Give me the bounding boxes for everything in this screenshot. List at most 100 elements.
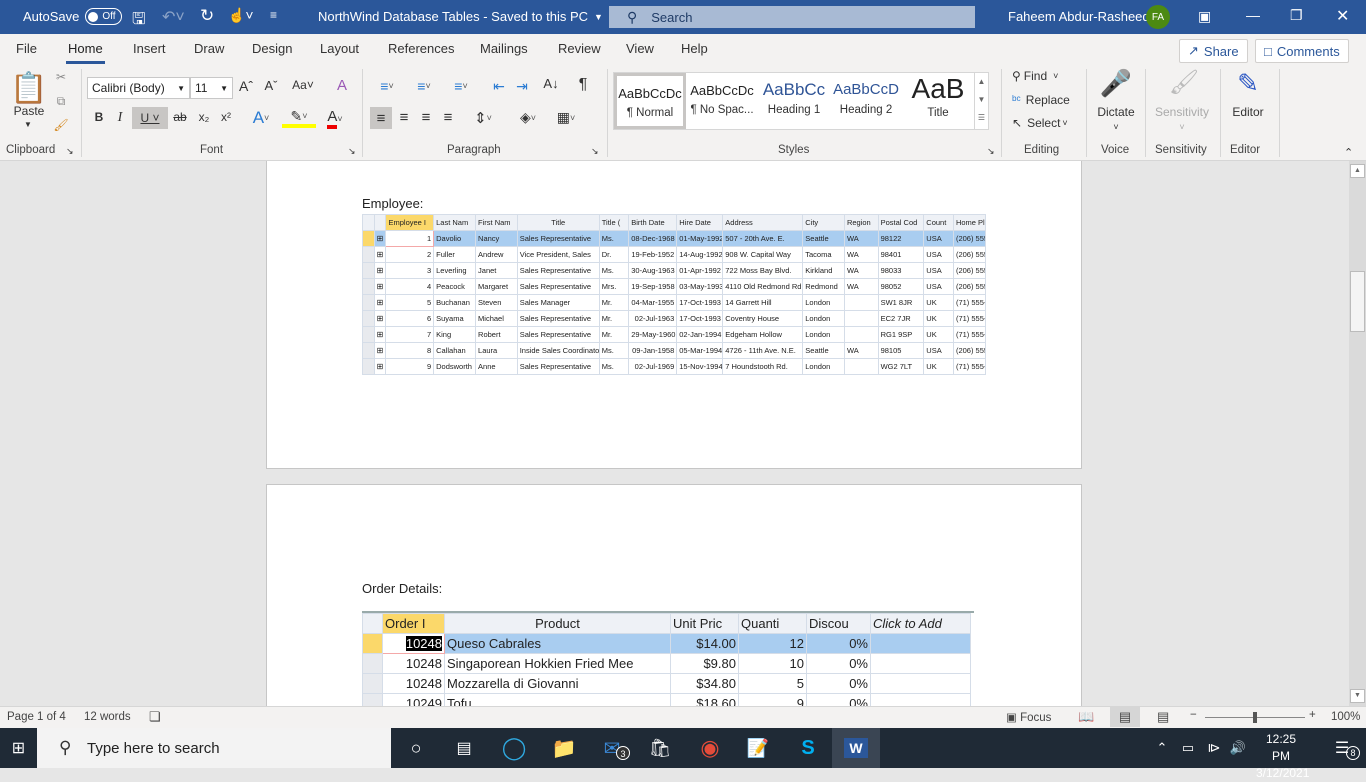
row-selector[interactable] [362, 262, 375, 279]
table-row[interactable]: ⊞ 5 Buchanan Steven Sales Manager Mr. 04-Mar-1… [362, 294, 986, 311]
style-heading-1[interactable]: AaBbCc Heading 1 [758, 73, 830, 129]
table-cell[interactable]: Ms. [598, 262, 630, 279]
italic-button[interactable]: I [113, 110, 127, 126]
table-cell[interactable]: 02-Jul-1963 [628, 310, 678, 327]
taskbar-search[interactable]: ⚲ Type here to search [37, 728, 391, 768]
table-cell[interactable]: Coventry House [722, 310, 804, 327]
table-cell[interactable]: Inside Sales Coordinato [516, 342, 600, 359]
column-header[interactable]: First Nam [475, 214, 518, 231]
expand-icon[interactable]: ⊞ [373, 294, 387, 311]
table-cell[interactable]: WG2 7LT [877, 358, 925, 375]
style-heading-2[interactable]: AaBbCcD Heading 2 [830, 73, 902, 129]
table-cell[interactable]: $34.80 [670, 673, 739, 694]
font-color-icon[interactable]: A ˅ [318, 108, 352, 129]
numbering-icon[interactable]: ≡ ˅ [409, 78, 439, 94]
restore-icon[interactable]: ❐ [1290, 7, 1303, 24]
table-cell[interactable]: 6 [385, 310, 435, 327]
table-cell[interactable] [870, 693, 971, 706]
table-cell[interactable]: Margaret [475, 278, 518, 295]
subscript-button[interactable]: x₂ [196, 110, 212, 124]
table-cell[interactable]: 0% [806, 633, 871, 654]
column-header[interactable]: Last Nam [433, 214, 477, 231]
table-cell[interactable] [870, 633, 971, 654]
column-header[interactable]: Count [923, 214, 954, 231]
autosave-toggle[interactable]: Off [85, 8, 122, 25]
shading-icon[interactable]: ◈ ˅ [513, 109, 543, 126]
row-selector[interactable] [362, 358, 375, 375]
table-row[interactable]: ⊞ 3 Leverling Janet Sales Representative Ms. 3… [362, 262, 986, 279]
battery-icon[interactable]: ▭ [1176, 728, 1200, 768]
table-cell[interactable]: Suyama [433, 310, 477, 327]
search-box[interactable]: ⚲ Search [609, 6, 975, 28]
editor-button[interactable]: Editor [1226, 105, 1270, 119]
align-center-icon[interactable]: ≡ [395, 109, 413, 126]
select-button[interactable]: ↖ Select ˅ [1012, 116, 1068, 130]
table-cell[interactable]: Seattle [802, 342, 845, 359]
borders-icon[interactable]: ▦ ˅ [550, 109, 582, 126]
table-cell[interactable]: Sales Representative [516, 278, 600, 295]
clock[interactable]: 12:25 PM 3/12/2021 [1256, 731, 1309, 782]
scroll-thumb[interactable] [1350, 271, 1365, 332]
table-cell[interactable]: Michael [475, 310, 518, 327]
table-cell[interactable]: Mozzarella di Giovanni [444, 673, 671, 694]
table-cell[interactable]: London [802, 294, 845, 311]
table-cell[interactable]: Redmond [802, 278, 845, 295]
table-row[interactable]: ⊞ 2 Fuller Andrew Vice President, Sales Dr. 19… [362, 246, 986, 263]
highlight-color-icon[interactable]: ✎ ˅ [282, 108, 316, 128]
tab-view[interactable]: View [626, 41, 654, 56]
row-selector[interactable] [362, 246, 375, 263]
tab-layout[interactable]: Layout [320, 41, 359, 56]
table-cell[interactable]: 01-May-1992 [676, 230, 724, 247]
tab-review[interactable]: Review [558, 41, 601, 56]
table-cell[interactable]: 15-Nov-1994 [676, 358, 724, 375]
zoom-in-button[interactable]: + [1309, 709, 1316, 721]
tab-mailings[interactable]: Mailings [480, 41, 528, 56]
clear-formatting-icon[interactable]: A [333, 77, 351, 94]
clipboard-launcher-icon[interactable]: ↘ [66, 146, 74, 157]
font-launcher-icon[interactable]: ↘ [348, 146, 356, 157]
superscript-button[interactable]: x² [218, 110, 234, 124]
table-cell[interactable]: (206) 555 [952, 278, 986, 295]
show-formatting-icon[interactable]: ¶ [574, 76, 592, 94]
table-cell[interactable]: Anne [475, 358, 518, 375]
expand-icon[interactable]: ⊞ [373, 246, 387, 263]
table-cell[interactable]: 0% [806, 673, 871, 694]
styles-launcher-icon[interactable]: ↘ [987, 146, 995, 157]
table-cell[interactable]: 01-Apr-1992 [676, 262, 724, 279]
table-cell[interactable] [843, 310, 879, 327]
column-header[interactable]: Home Pl [952, 214, 986, 231]
table-cell[interactable]: 02-Jul-1969 [628, 358, 678, 375]
cortana-icon[interactable]: ○ [392, 728, 440, 768]
increase-indent-icon[interactable]: ⇥ [513, 78, 531, 95]
table-cell[interactable] [870, 673, 971, 694]
select-all-corner[interactable] [362, 214, 375, 231]
autosave[interactable]: AutoSave Off [23, 8, 122, 25]
scroll-down-icon[interactable]: ▼ [1350, 689, 1365, 703]
dictate-dropdown-icon[interactable]: ˅ [1108, 122, 1124, 132]
zoom-slider-thumb[interactable] [1253, 712, 1257, 723]
tab-home[interactable]: Home [66, 41, 105, 64]
table-cell[interactable]: 1 [385, 230, 435, 247]
sort-icon[interactable]: A↓ [540, 76, 562, 91]
column-header[interactable]: Title ( [598, 214, 630, 231]
tab-insert[interactable]: Insert [133, 41, 166, 56]
column-header[interactable]: Address [722, 214, 804, 231]
table-cell[interactable]: Janet [475, 262, 518, 279]
table-cell[interactable]: 98052 [877, 278, 925, 295]
tab-help[interactable]: Help [681, 41, 708, 56]
table-cell[interactable]: $18.60 [670, 693, 739, 706]
notifications-icon[interactable]: ☰ 8 [1318, 728, 1366, 768]
table-cell[interactable]: 4 [385, 278, 435, 295]
table-cell[interactable]: 7 [385, 326, 435, 343]
table-cell[interactable]: $14.00 [670, 633, 739, 654]
tab-references[interactable]: References [388, 41, 454, 56]
styles-scroll[interactable]: ▲ ▼ ☰ [974, 73, 988, 129]
row-selector[interactable] [362, 673, 383, 694]
table-cell[interactable]: RG1 9SP [877, 326, 925, 343]
focus-button[interactable]: ▣ Focus [1006, 710, 1051, 724]
read-mode-icon[interactable]: 📖 [1078, 709, 1094, 725]
table-cell[interactable]: (206) 555 [952, 246, 986, 263]
table-cell[interactable]: (71) 555- [952, 326, 986, 343]
text-effects-icon[interactable]: A ˅ [246, 108, 276, 128]
copy-icon[interactable]: ⧉ [52, 94, 70, 109]
